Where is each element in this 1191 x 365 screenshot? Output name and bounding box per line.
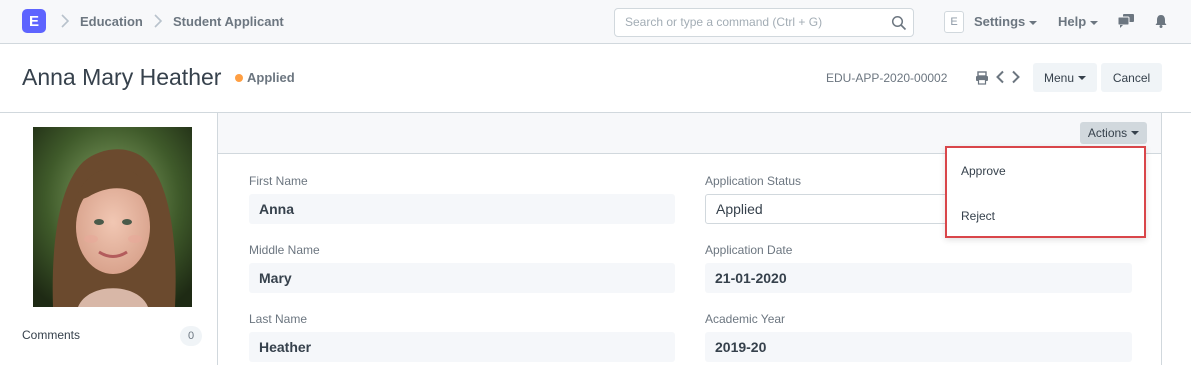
cancel-button[interactable]: Cancel bbox=[1101, 63, 1162, 92]
comments-count-badge: 0 bbox=[180, 326, 202, 346]
application-status-label: Application Status bbox=[705, 174, 802, 188]
chevron-left-icon[interactable] bbox=[995, 70, 1005, 84]
approve-menu-item[interactable]: Approve bbox=[961, 164, 1006, 178]
chevron-right-icon bbox=[58, 12, 72, 30]
chat-icon[interactable] bbox=[1118, 14, 1134, 28]
applicant-photo[interactable] bbox=[33, 127, 192, 307]
user-avatar[interactable]: E bbox=[944, 11, 964, 33]
middle-name-field[interactable]: Mary bbox=[249, 263, 675, 293]
actions-button-label: Actions bbox=[1087, 126, 1128, 140]
print-icon[interactable] bbox=[975, 71, 989, 85]
last-name-field[interactable]: Heather bbox=[249, 332, 675, 362]
help-label: Help bbox=[1058, 14, 1087, 29]
academic-year-label: Academic Year bbox=[705, 312, 786, 326]
settings-menu[interactable]: Settings bbox=[974, 14, 1038, 29]
settings-label: Settings bbox=[974, 14, 1026, 29]
caret-down-icon bbox=[1029, 20, 1038, 25]
document-id: EDU-APP-2020-00002 bbox=[826, 71, 948, 85]
status-badge: Applied bbox=[247, 70, 295, 85]
academic-year-field[interactable]: 2019-20 bbox=[705, 332, 1132, 362]
caret-down-icon bbox=[1078, 75, 1087, 80]
help-menu[interactable]: Help bbox=[1058, 14, 1099, 29]
application-date-label: Application Date bbox=[705, 243, 793, 257]
first-name-label: First Name bbox=[249, 174, 308, 188]
status-indicator-dot bbox=[235, 74, 243, 82]
menu-button[interactable]: Menu bbox=[1033, 63, 1097, 92]
comments-label[interactable]: Comments bbox=[22, 328, 80, 342]
last-name-label: Last Name bbox=[249, 312, 308, 326]
search-icon[interactable] bbox=[891, 15, 907, 31]
caret-down-icon bbox=[1131, 131, 1140, 135]
search-box bbox=[614, 8, 914, 37]
caret-down-icon bbox=[1090, 20, 1099, 25]
bell-icon[interactable] bbox=[1155, 14, 1167, 28]
reject-menu-item[interactable]: Reject bbox=[961, 209, 995, 223]
breadcrumb-education[interactable]: Education bbox=[80, 14, 143, 29]
breadcrumb-student-applicant[interactable]: Student Applicant bbox=[173, 14, 284, 29]
actions-dropdown-menu: Approve Reject bbox=[945, 146, 1146, 238]
menu-button-label: Menu bbox=[1043, 70, 1075, 85]
chevron-right-icon[interactable] bbox=[1011, 70, 1021, 84]
search-input[interactable] bbox=[625, 15, 885, 29]
navbar: E Education Student Applicant E Settings… bbox=[0, 0, 1191, 44]
first-name-field[interactable]: Anna bbox=[249, 194, 675, 224]
chevron-right-icon bbox=[151, 12, 165, 30]
app-logo[interactable]: E bbox=[22, 9, 46, 33]
page-title: Anna Mary Heather bbox=[22, 64, 222, 90]
middle-name-label: Middle Name bbox=[249, 243, 320, 257]
actions-button[interactable]: Actions bbox=[1080, 122, 1147, 144]
application-date-field[interactable]: 21-01-2020 bbox=[705, 263, 1132, 293]
